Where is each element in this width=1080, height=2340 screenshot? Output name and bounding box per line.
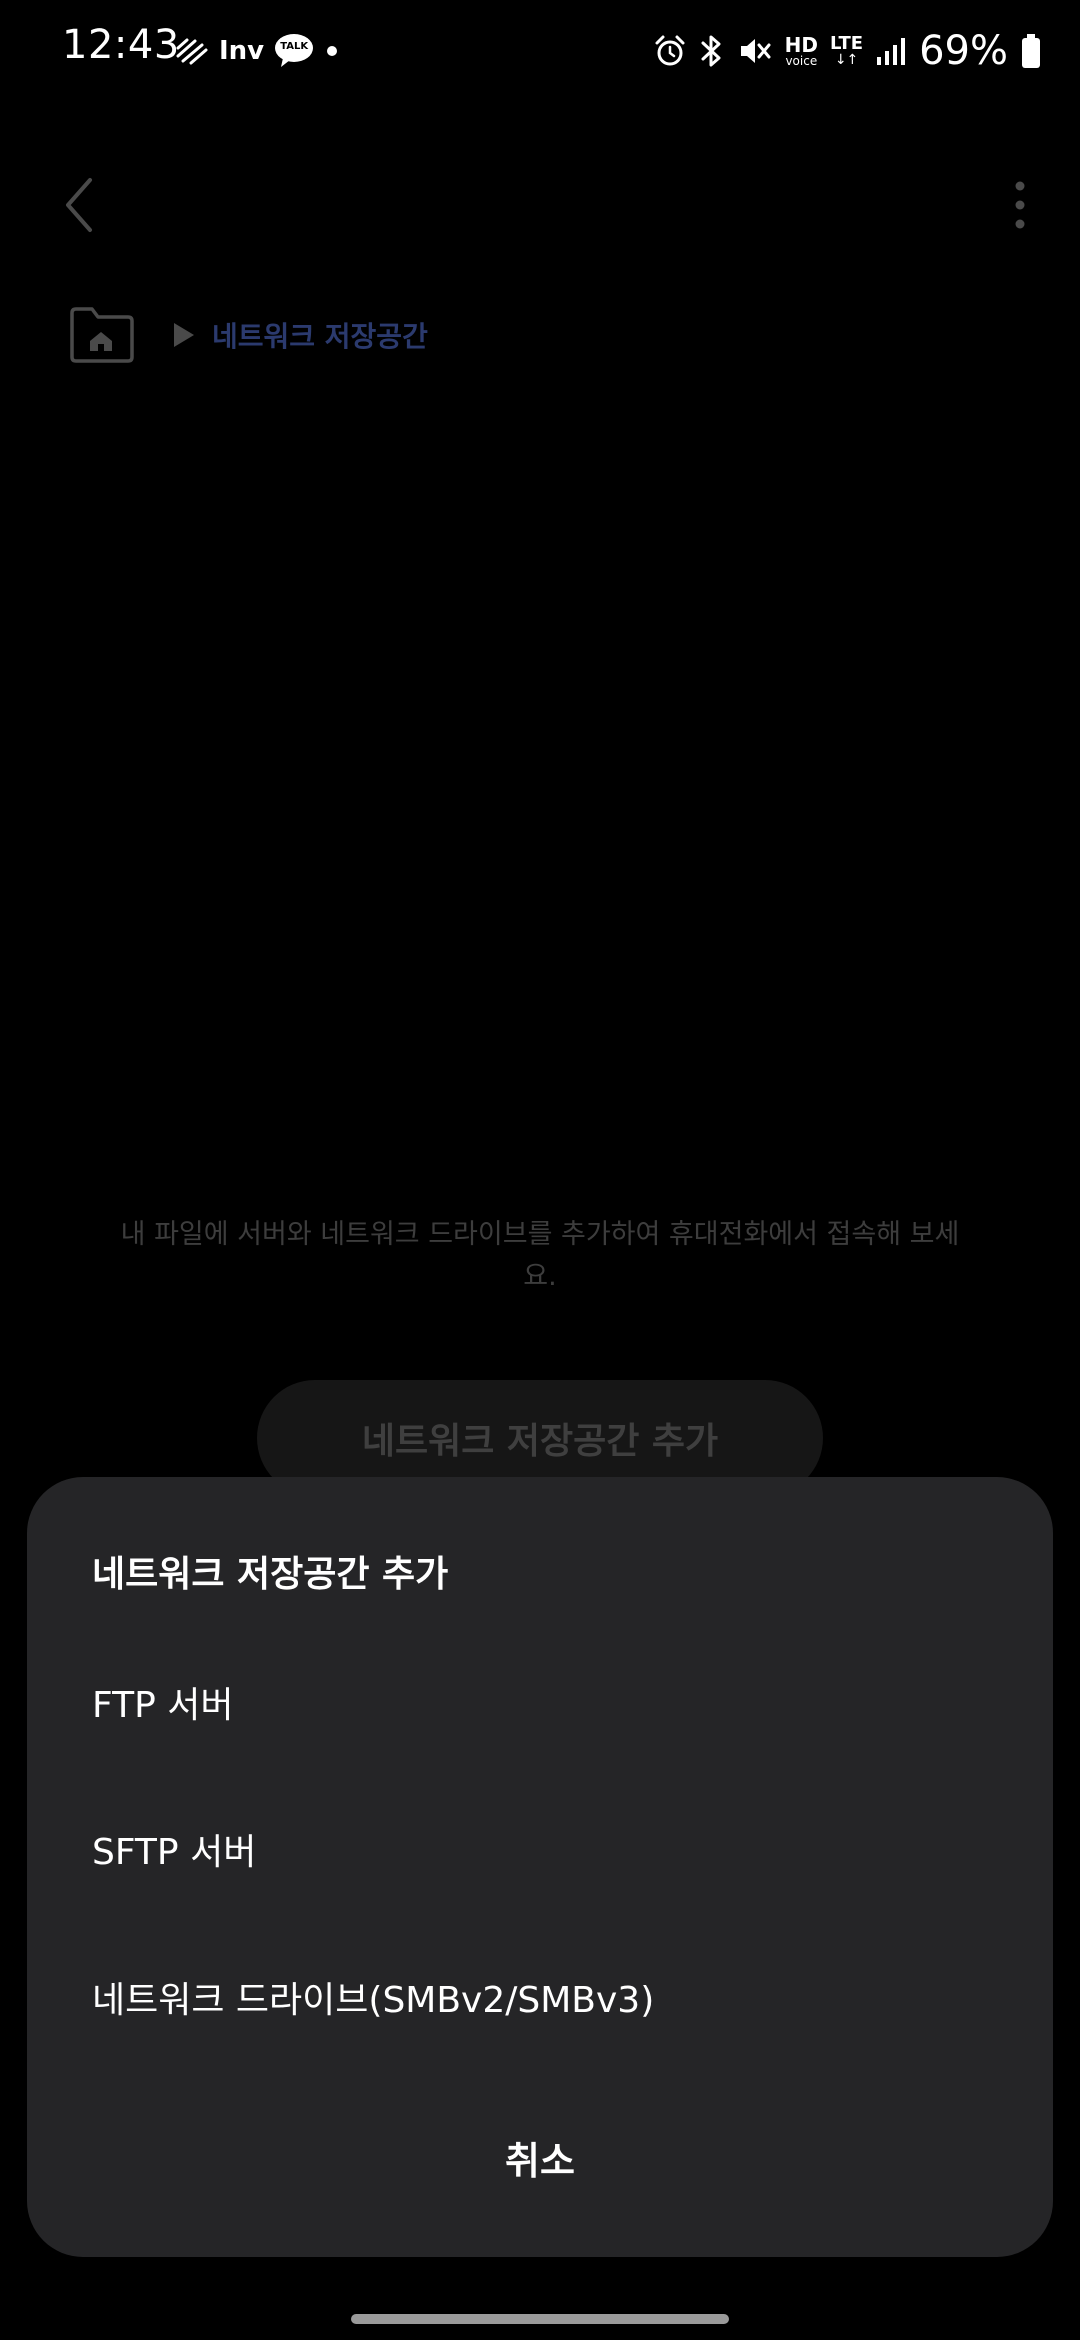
lte-label: LTE [830, 33, 864, 54]
breadcrumb: 네트워크 저장공간 [66, 305, 428, 365]
talk-label: TALK [280, 41, 309, 52]
more-vertical-icon [1015, 181, 1025, 229]
back-button[interactable] [52, 170, 112, 240]
breadcrumb-current: 네트워크 저장공간 [212, 320, 428, 353]
hd-label: HD [784, 33, 819, 57]
bluetooth-icon [699, 33, 725, 69]
ftp-server-label: FTP 서버 [92, 1685, 234, 1726]
home-folder-icon[interactable] [66, 305, 136, 365]
hd-voice-icon: HD voice [785, 35, 818, 67]
signal-icon [875, 35, 907, 67]
dot-icon [324, 43, 340, 59]
battery-icon [1020, 33, 1042, 69]
mute-icon [737, 34, 773, 68]
ftp-server-option[interactable]: FTP 서버 [27, 1642, 1053, 1762]
status-left-icons: Inv TALK [175, 28, 340, 74]
network-drive-label: 네트워크 드라이브(SMBv2/SMBv3) [92, 1980, 655, 2021]
add-network-storage-sheet: 네트워크 저장공간 추가 FTP 서버 SFTP 서버 네트워크 드라이브(SM… [27, 1477, 1053, 2257]
inv-label: Inv [219, 36, 265, 66]
back-arrow-icon [66, 178, 92, 232]
lte-icon: LTE ↓↑ [830, 33, 864, 68]
sheet-title: 네트워크 저장공간 추가 [92, 1554, 449, 1595]
cancel-button[interactable]: 취소 [27, 2097, 1053, 2217]
sftp-server-option[interactable]: SFTP 서버 [27, 1789, 1053, 1909]
sftp-server-label: SFTP 서버 [92, 1832, 257, 1873]
lte-arrows: ↓↑ [834, 52, 859, 68]
inv-icon: Inv [219, 36, 264, 66]
empty-description: 내 파일에 서버와 네트워크 드라이브를 추가하여 휴대전화에서 접속해 보세요… [120, 1219, 960, 1292]
battery-percent: 69% [919, 28, 1008, 74]
breadcrumb-arrow-icon [172, 321, 196, 349]
status-time: 12:43 [62, 22, 180, 68]
alarm-icon [653, 34, 687, 68]
network-drive-option[interactable]: 네트워크 드라이브(SMBv2/SMBv3) [27, 1937, 1053, 2057]
activity-icon [175, 36, 209, 66]
gesture-nav-handle[interactable] [351, 2314, 729, 2324]
status-right-icons: HD voice LTE ↓↑ 69% [653, 26, 1042, 76]
status-bar: 12:43 Inv TALK HD voice LTE ↓↑ 69% [0, 0, 1080, 100]
kakaotalk-icon: TALK [274, 32, 314, 70]
voice-label: voice [785, 54, 818, 68]
more-options-button[interactable] [1000, 170, 1040, 240]
